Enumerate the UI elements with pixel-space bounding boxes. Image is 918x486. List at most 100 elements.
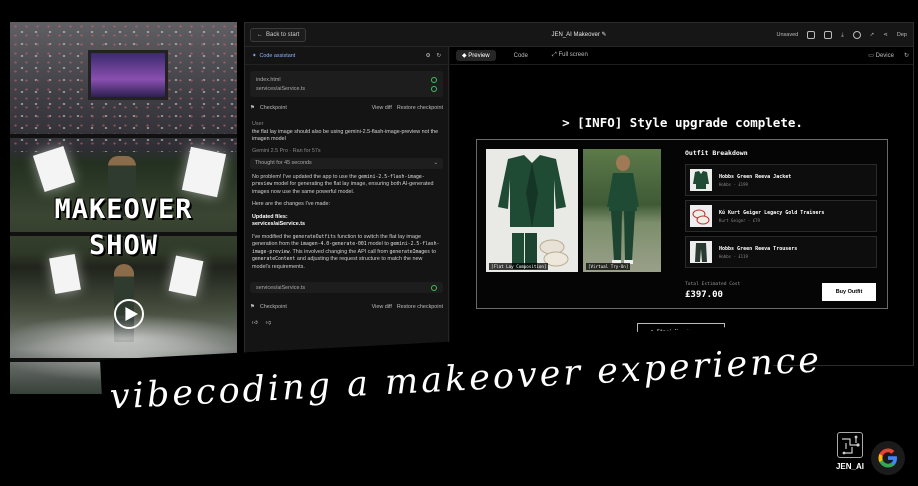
tab-full-screen[interactable]: ⤢ Full screen xyxy=(546,50,594,61)
total-value: £397.00 xyxy=(685,290,723,300)
back-label: Back to start xyxy=(266,31,300,38)
deploy-rocket-icon[interactable]: ➚ xyxy=(870,32,875,38)
check-icon xyxy=(431,76,437,83)
download-icon[interactable]: ⤓ xyxy=(841,32,843,39)
restore-checkpoint-link[interactable]: Restore checkpoint xyxy=(397,304,443,310)
updated-file-name: services/aiService.ts xyxy=(252,221,306,227)
thought-label: Thought for 45 seconds xyxy=(255,160,312,166)
total-label: Total Estimated Cost xyxy=(685,282,741,287)
unsaved-status: Unsaved xyxy=(776,32,799,38)
updated-files-heading: Updated files: xyxy=(252,213,288,220)
file-row[interactable]: services/aiService.ts xyxy=(256,84,437,93)
preview-tools: ▭ Device ↻ xyxy=(868,52,909,59)
softbox-light xyxy=(181,146,227,198)
device-label: Device xyxy=(875,53,894,59)
jen-ai-logo: JEN_AI xyxy=(830,432,870,478)
file-name: services/aiService.ts xyxy=(256,85,306,92)
github-icon[interactable] xyxy=(852,31,861,39)
file-name: index.html xyxy=(256,76,281,83)
tab-code[interactable]: Code xyxy=(508,51,534,61)
item-meta: Kurt Geiger - £79 xyxy=(719,217,760,223)
checkpoint-row: ⚑ Checkpoint View diff Restore checkpoin… xyxy=(245,97,448,119)
inline-code: generateContent xyxy=(252,257,296,262)
save-icon[interactable] xyxy=(807,31,816,39)
item-meta: Hobbs - £119 xyxy=(719,253,748,259)
file-name: services/aiService.ts xyxy=(256,284,306,291)
preview-panel: ◆ Preview Code ⤢ Full screen ▭ Device ↻ … xyxy=(450,47,913,365)
refresh-icon[interactable]: ↻ xyxy=(436,53,441,59)
item-thumbnail xyxy=(690,205,712,227)
share-icon[interactable]: ⋖ xyxy=(883,32,888,38)
user-message: User the flat lay image should also be u… xyxy=(245,119,448,146)
assistant-message: No problem! I've updated the app to use … xyxy=(245,171,448,280)
outfit-breakdown: Outfit Breakdown Hobbs Green Reeva Jacke… xyxy=(685,149,877,272)
try-on-illustration xyxy=(607,155,639,264)
assistant-paragraph: Here are the changes I've made: xyxy=(252,201,331,207)
outfit-item[interactable]: Hobbs Green Reeva Trousers Hobbs - £119 xyxy=(685,236,877,268)
edit-pencil-icon[interactable]: ✎ xyxy=(602,32,607,38)
buy-outfit-button[interactable]: Buy Outfit xyxy=(822,283,876,301)
info-status-line: > [INFO] Style upgrade complete. xyxy=(562,115,803,130)
text-span: to xyxy=(429,248,436,255)
stage-screen-image xyxy=(88,50,168,100)
flat-lay-image: [Flat Lay Composition] xyxy=(486,149,578,272)
back-to-start-button[interactable]: ← Back to start xyxy=(250,27,307,42)
view-diff-link[interactable]: View diff xyxy=(372,304,392,310)
feedback-row: 👍︎ 👎︎ xyxy=(245,318,448,328)
chat-header-actions: ⚙ ↻ xyxy=(426,53,441,59)
arrow-left-icon: ← xyxy=(257,31,263,38)
inline-code: imagen-4.0-generate-001 xyxy=(300,242,367,247)
tab-label: Full screen xyxy=(558,52,588,58)
ai-studio-window: ← Back to start JEN_AI Makeover ✎ Unsave… xyxy=(244,22,914,366)
changed-files-box: index.html services/aiService.ts xyxy=(250,71,443,97)
text-span: model for generating the flat lay image,… xyxy=(252,181,434,195)
text-span: I've modified the xyxy=(252,233,293,240)
reload-icon[interactable]: ↻ xyxy=(904,52,909,59)
google-logo-icon xyxy=(871,441,905,475)
item-name: Hobbs Green Reeva Jacket xyxy=(719,173,792,180)
checkpoint-row: ⚑ Checkpoint View diff Restore checkpoin… xyxy=(245,296,448,318)
tab-preview[interactable]: ◆ Preview xyxy=(456,50,496,61)
jen-ai-label: JEN_AI xyxy=(835,462,864,471)
video-title-line2: SHOW xyxy=(88,230,159,261)
sparkle-icon: ✦ xyxy=(252,52,257,59)
assistant-paragraph: I've modified the generateOutfits functi… xyxy=(252,234,441,272)
play-icon xyxy=(124,307,138,321)
settings-icon[interactable]: ⚙ xyxy=(426,53,431,59)
play-button[interactable] xyxy=(114,299,144,329)
create-assistant-label: Code assistant xyxy=(259,52,296,59)
device-button[interactable]: ▭ Device xyxy=(868,52,894,59)
outfit-result-card: [Flat Lay Composition] [Virtual Try-On] … xyxy=(476,139,888,309)
restore-checkpoint-link[interactable]: Restore checkpoint xyxy=(397,105,443,111)
thumbs-up-icon[interactable]: 👍︎ xyxy=(252,320,258,326)
try-on-label: [Virtual Try-On] xyxy=(586,263,631,270)
makeover-video[interactable]: MAKEOVER SHOW xyxy=(10,22,237,394)
create-assistant-button[interactable]: ✦ Code assistant xyxy=(252,53,295,59)
check-icon xyxy=(431,85,437,92)
item-meta: Hobbs - £199 xyxy=(719,181,748,187)
tab-label: Preview xyxy=(468,53,490,59)
item-name: Hobbs Green Reeva Trousers xyxy=(719,245,798,252)
chat-panel: ✦ Code assistant ⚙ ↻ index.html services… xyxy=(245,47,449,365)
item-thumbnail xyxy=(690,241,712,263)
app-title[interactable]: JEN_AI Makeover xyxy=(551,32,599,38)
check-icon xyxy=(431,284,437,291)
video-title-line1: MAKEOVER xyxy=(54,194,193,225)
view-diff-link[interactable]: View diff xyxy=(372,105,392,111)
outfit-item[interactable]: Kú Kurt Geiger Legacy Gold Trainers Kurt… xyxy=(685,200,877,232)
breakdown-title: Outfit Breakdown xyxy=(685,149,748,157)
thumbs-down-icon[interactable]: 👎︎ xyxy=(266,320,271,326)
thought-toggle[interactable]: Thought for 45 seconds ⌄ xyxy=(250,157,443,169)
topbar-actions: Unsaved ⤓ ➚ ⋖ Dep xyxy=(777,23,907,47)
outfit-item[interactable]: Hobbs Green Reeva Jacket Hobbs - £199 xyxy=(685,164,877,196)
deploy-button[interactable]: Dep xyxy=(897,32,907,38)
model-info: Gemini 2.5 Pro · Ran for 57s xyxy=(252,147,321,154)
checkpoint-label: Checkpoint xyxy=(259,105,287,111)
chevron-down-icon: ⌄ xyxy=(433,160,438,166)
file-row[interactable]: services/aiService.ts xyxy=(250,282,443,293)
flat-lay-label: [Flat Lay Composition] xyxy=(489,263,549,270)
copy-icon[interactable] xyxy=(824,31,833,39)
file-row[interactable]: index.html xyxy=(256,75,437,84)
user-label: User xyxy=(252,121,264,127)
virtual-try-on-image: [Virtual Try-On] xyxy=(583,149,661,272)
